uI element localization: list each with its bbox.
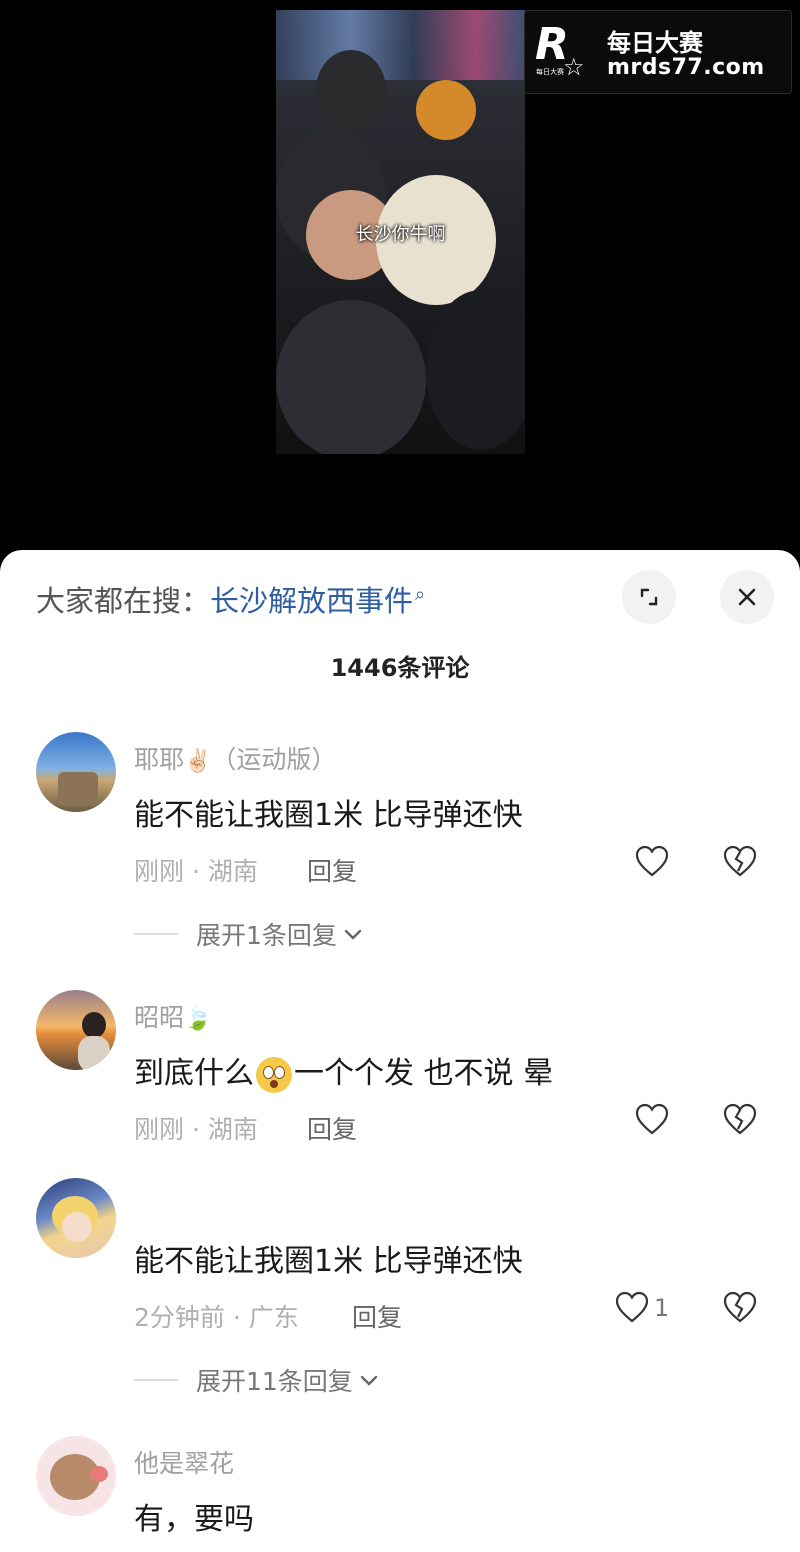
heart-icon (615, 1291, 649, 1323)
heart-icon (635, 845, 669, 877)
victory-hand-icon: ✌🏻 (184, 749, 212, 774)
comment-text: 到底什么 一个个发 也不说 晕 (134, 1048, 553, 1093)
comment-text: 能不能让我圈1米 比导弹还快 (134, 798, 523, 833)
video-frame[interactable]: 长沙你牛啊 (276, 10, 525, 454)
broken-heart-icon (723, 845, 757, 877)
watermark-logo: R ☆ 每日大赛 每日大赛 mrds77.com (524, 10, 792, 94)
avatar-person-body (78, 1036, 110, 1070)
comment-item: 他是翠花 有，要吗 (0, 1434, 800, 1552)
dislike-button[interactable] (722, 1290, 758, 1330)
logo-brand-name: 每日大赛 (607, 29, 703, 57)
like-button[interactable] (634, 844, 674, 880)
video-player[interactable]: 长沙你牛啊 R ☆ 每日大赛 每日大赛 mrds77.com (0, 0, 800, 560)
avatar[interactable] (36, 990, 116, 1070)
star-icon: ☆ (563, 53, 585, 81)
comment-text-part: 到底什么 (134, 1056, 254, 1091)
avatar-heart (90, 1466, 108, 1482)
search-prefix: 大家都在搜： (36, 584, 211, 618)
chevron-down-icon (344, 929, 362, 940)
comment-username[interactable]: 耶耶✌🏻（运动版） (134, 740, 336, 776)
comment-item: 能不能让我圈1米 比导弹还快 2分钟前 · 广东 回复 1 展开11条回复 (0, 1176, 800, 1406)
avatar[interactable] (36, 1178, 116, 1258)
search-icon: ⌕ (415, 584, 426, 606)
username-suffix: （运动版） (211, 745, 337, 774)
reply-button[interactable]: 回复 (307, 852, 357, 888)
reply-button[interactable]: 回复 (307, 1110, 357, 1146)
username-text: 昭昭 (134, 1003, 185, 1032)
video-person-head (416, 80, 476, 140)
heart-icon (635, 1103, 669, 1135)
dislike-button[interactable] (722, 844, 758, 884)
video-person-body (426, 290, 525, 450)
comment-item: 耶耶✌🏻（运动版） 能不能让我圈1米 比导弹还快 刚刚 · 湖南 回复 展开1条… (0, 730, 800, 950)
dislike-button[interactable] (722, 1102, 758, 1142)
avatar[interactable] (36, 1436, 116, 1516)
expand-button[interactable] (622, 570, 676, 624)
close-button[interactable] (720, 570, 774, 624)
video-caption: 长沙你牛啊 (355, 224, 446, 245)
comment-count-title: 1446条评论 (330, 654, 470, 682)
comment-sheet: 大家都在搜：长沙解放西事件 ⌕ 1446条评论 耶耶✌🏻（运动版） 能不能让我圈1… (0, 550, 800, 1552)
expand-replies-button[interactable]: 展开1条回复 (134, 916, 365, 952)
comment-text: 有，要吗 (134, 1502, 254, 1537)
trending-search[interactable]: 大家都在搜：长沙解放西事件 ⌕ (36, 578, 425, 620)
comment-username[interactable]: 他是翠花 (134, 1444, 234, 1480)
avatar[interactable] (36, 732, 116, 812)
leaf-icon: 🍃 (184, 1007, 212, 1032)
username-text: 耶耶 (134, 745, 185, 774)
comment-meta: 2分钟前 · 广东 (134, 1303, 299, 1332)
expand-replies-label: 展开11条回复 (196, 1367, 353, 1396)
dizzy-face-emoji-icon (256, 1056, 292, 1093)
comment-text-part: 一个个发 也不说 晕 (294, 1056, 554, 1091)
like-button[interactable] (634, 1102, 674, 1138)
chevron-down-icon (360, 1375, 378, 1386)
expand-replies-label: 展开1条回复 (196, 921, 337, 950)
video-background-lights (276, 10, 525, 80)
avatar-character-face (62, 1212, 92, 1242)
logo-small-text: 每日大赛 (536, 68, 564, 76)
close-icon (738, 588, 756, 606)
comment-username[interactable]: 昭昭🍃 (134, 998, 211, 1034)
broken-heart-icon (723, 1291, 757, 1323)
avatar-person (82, 1012, 106, 1038)
expand-icon (640, 588, 658, 606)
like-button[interactable]: 1 (614, 1290, 669, 1326)
expand-replies-button[interactable]: 展开11条回复 (134, 1362, 381, 1398)
reply-button[interactable]: 回复 (352, 1298, 402, 1334)
avatar-building (58, 772, 98, 806)
video-person-head (276, 300, 426, 454)
comment-text: 能不能让我圈1米 比导弹还快 (134, 1244, 523, 1279)
comment-meta: 刚刚 · 湖南 (134, 1115, 258, 1144)
like-count: 1 (654, 1294, 670, 1322)
search-keyword-link[interactable]: 长沙解放西事件 (210, 584, 413, 618)
comment-meta: 刚刚 · 湖南 (134, 857, 258, 886)
divider-line (134, 933, 178, 935)
logo-url: mrds77.com (607, 55, 765, 80)
broken-heart-icon (723, 1103, 757, 1135)
video-person-head (316, 50, 386, 130)
comment-item: 昭昭🍃 到底什么 一个个发 也不说 晕 刚刚 · 湖南 回复 (0, 988, 800, 1148)
divider-line (134, 1379, 178, 1381)
